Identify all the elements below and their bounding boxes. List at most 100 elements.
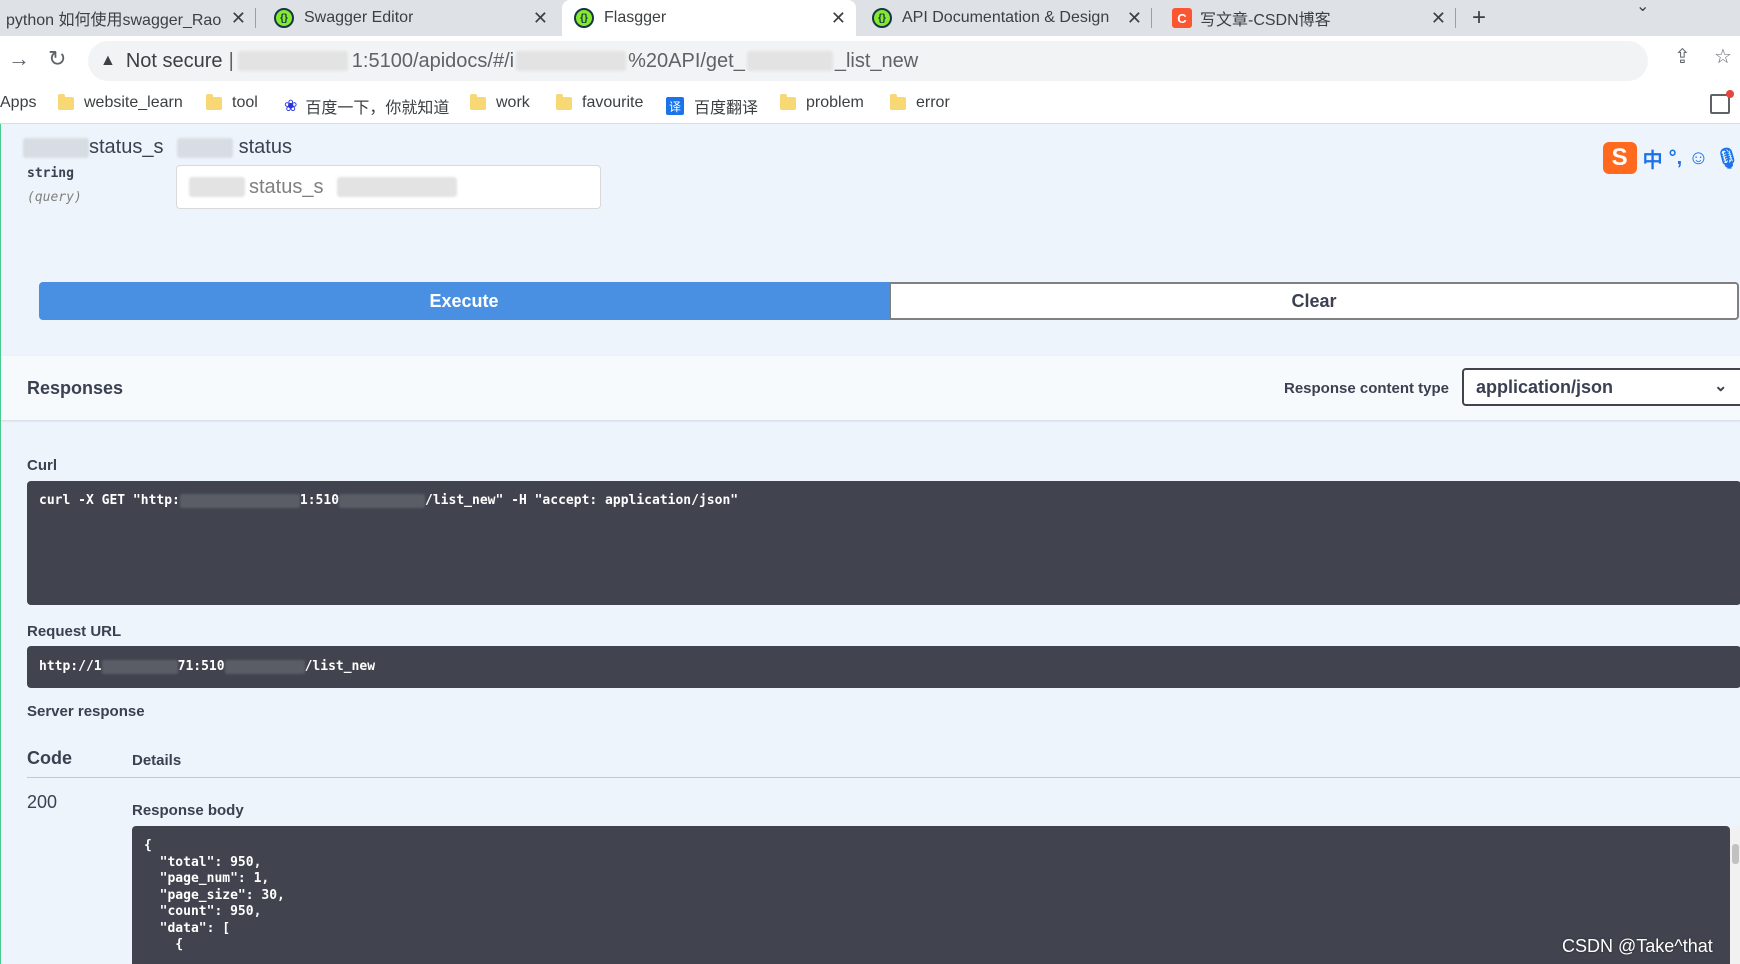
close-icon[interactable]: ✕ [1431,8,1446,29]
parameter-location: (query) [27,190,82,205]
url-text-part1: 1:5100/apidocs/#/i [351,49,515,72]
close-icon[interactable]: ✕ [831,8,846,29]
close-icon[interactable]: ✕ [533,8,548,29]
response-body-label: Response body [132,802,244,819]
bookmark-work[interactable]: work [470,93,530,112]
scrollbar-thumb[interactable] [1732,844,1739,864]
new-tab-button[interactable]: + [1472,4,1486,32]
tab-python-swagger[interactable]: python 如何使用swagger_Rao ✕ [0,0,256,36]
response-table-header: Code Details [27,740,1740,778]
status-code: 200 [27,792,58,812]
ime-toolbar[interactable]: S 中 °, ☺ 🎙 [1602,142,1740,174]
request-url-block[interactable]: http://1 71:510/list_new [27,646,1740,688]
folder-icon [470,93,486,110]
csdn-watermark: CSDN @Take^that [1562,936,1713,956]
swagger-operation-panel: status_s status string (query) status_s … [0,124,1740,964]
responses-header: Responses Response content type applicat… [1,356,1740,420]
emoji-icon[interactable]: ☺ [1688,147,1708,170]
response-content-type-select[interactable]: application/json ⌄ [1462,368,1740,406]
tab-title: Swagger Editor [304,9,414,26]
swagger-icon: {} [872,8,892,28]
bookmark-tool[interactable]: tool [206,93,258,112]
swagger-icon: {} [574,8,594,28]
browser-toolbar: → ↻ ▲ Not secure | 1:5100/apidocs/#/i %2… [0,36,1740,86]
ime-punctuation-toggle[interactable]: °, [1669,147,1683,170]
clear-button[interactable]: Clear [889,282,1739,320]
details-column-header: Details [132,752,182,769]
redacted-region [189,177,245,197]
ime-language-toggle[interactable]: 中 [1643,144,1663,173]
folder-icon [780,93,796,110]
request-url-label: Request URL [27,623,122,640]
response-body-block[interactable]: { "total": 950, "page_num": 1, "page_siz… [132,826,1730,964]
folder-icon [890,93,906,110]
forward-icon[interactable]: → [8,46,30,72]
url-text-part3: _list_new [834,49,919,72]
response-body-line: "data": [ [144,920,231,936]
url-separator: | [228,49,234,72]
folder-icon [556,93,572,110]
redacted-region [516,51,627,71]
folder-icon [58,93,74,110]
minimize-icon[interactable]: — [1692,0,1708,8]
response-body-line: "page_size": 30, [144,887,285,903]
bookmark-label: work [496,94,530,111]
bookmark-problem[interactable]: problem [780,93,864,112]
tab-title: API Documentation & Design [902,9,1110,26]
folder-icon [206,93,222,110]
close-icon[interactable]: ✕ [231,8,246,29]
tab-csdn[interactable]: C 写文章-CSDN博客 ✕ [1162,0,1456,36]
curl-command-block[interactable]: curl -X GET "http: 1:510/list_new" -H "ac… [27,481,1740,605]
tab-strip: python 如何使用swagger_Rao ✕ {} Swagger Edit… [0,0,1740,36]
tab-separator [1455,8,1456,28]
response-body-scrollbar[interactable] [1730,826,1740,964]
redacted-region [337,177,458,197]
redacted-region [224,659,305,674]
sogou-logo-icon: S [1602,142,1637,174]
request-url: http://1 71:510/list_new [39,659,376,674]
translate-icon: 译 [666,97,684,115]
warning-icon[interactable]: ▲ [100,52,116,70]
close-icon[interactable]: ✕ [1127,8,1142,29]
execute-controls: Execute Clear [39,282,1739,320]
bookmark-favourite[interactable]: favourite [556,93,643,112]
status-input[interactable]: status_s [176,165,601,209]
share-icon[interactable]: ⇪ [1674,44,1691,69]
bookmark-website-learn[interactable]: website_learn [58,93,183,112]
parameter-type: string [27,166,74,181]
redacted-region [237,51,348,71]
bookmark-error[interactable]: error [890,93,950,112]
address-bar[interactable]: ▲ Not secure | 1:5100/apidocs/#/i %20API… [88,41,1648,81]
bookmark-baidu[interactable]: ❀ 百度一下，你就知道 [284,94,449,118]
url-text-part2: %20API/get_ [628,49,745,72]
tab-search-icon[interactable]: ⌄ [1636,0,1649,16]
bookmark-label: tool [232,94,258,111]
redacted-region [746,51,833,71]
parameter-name: status_s status [23,136,292,159]
tab-swagger-editor[interactable]: {} Swagger Editor ✕ [262,0,558,36]
bookmark-apps[interactable]: Apps [0,94,36,112]
bookmark-star-icon[interactable]: ☆ [1714,44,1732,69]
tab-title: python 如何使用swagger_Rao [6,12,222,29]
execute-button[interactable]: Execute [39,282,889,320]
chevron-down-icon: ⌄ [1714,378,1728,395]
response-content-type-label: Response content type [1284,380,1450,397]
tab-flasgger[interactable]: {} Flasgger ✕ [562,0,856,36]
reading-list-icon[interactable] [1710,90,1734,114]
bookmark-label: problem [806,94,864,111]
baidu-paw-icon: ❀ [284,98,298,115]
security-label[interactable]: Not secure [126,50,223,73]
server-response-label: Server response [27,703,145,720]
bookmark-baidu-fanyi[interactable]: 译 百度翻译 [666,94,758,118]
bookmark-label: 百度翻译 [694,100,759,117]
microphone-icon[interactable]: 🎙 [1715,146,1740,171]
bookmark-label: Apps [0,94,37,111]
tab-separator [255,8,256,28]
reload-icon[interactable]: ↻ [48,46,66,72]
code-column-header: Code [27,748,72,768]
curl-command: curl -X GET "http: 1:510/list_new" -H "ac… [39,493,739,508]
tab-api-documentation[interactable]: {} API Documentation & Design ✕ [862,0,1152,36]
redacted-region [177,137,234,158]
responses-title: Responses [27,378,124,398]
response-body-line: { [144,838,152,853]
